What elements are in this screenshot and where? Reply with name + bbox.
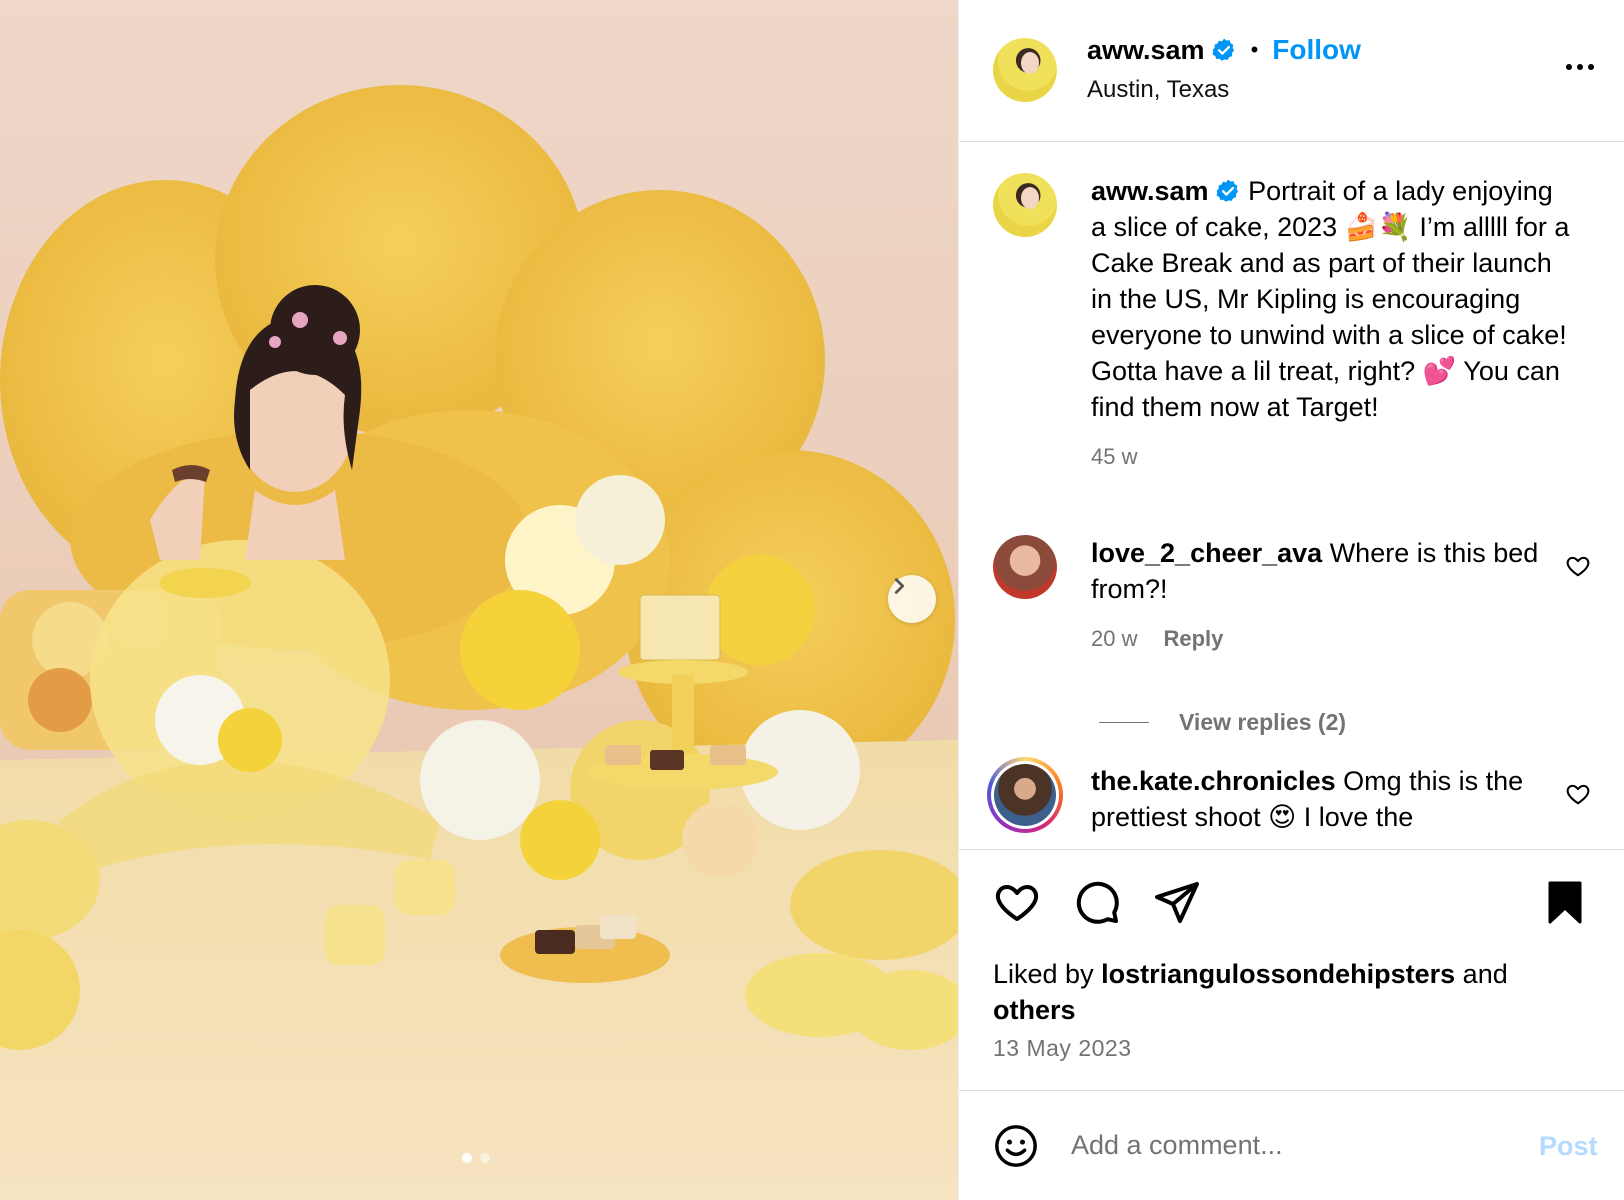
carousel-indicator <box>462 1153 490 1163</box>
emoji-icon[interactable] <box>993 1123 1039 1169</box>
likes-and: and <box>1462 959 1508 989</box>
author-avatar[interactable] <box>993 38 1057 102</box>
bookmark-icon[interactable] <box>1541 878 1589 926</box>
post-sidebar: aww.sam • Follow Austin, Texas aww.sam P… <box>958 0 1624 1200</box>
likes-others[interactable]: others <box>993 995 1076 1025</box>
reply-button[interactable]: Reply <box>1163 626 1223 651</box>
post-image[interactable] <box>0 0 958 1200</box>
post-comment-button[interactable]: Post <box>1539 1131 1598 1162</box>
more-horizontal-icon <box>1566 64 1572 70</box>
comment-age: 20 w <box>1091 626 1138 651</box>
commenter-avatar <box>994 764 1056 826</box>
follow-button[interactable]: Follow <box>1272 34 1361 66</box>
chevron-right-icon <box>894 578 905 594</box>
caption-text: Portrait of a lady enjoying a slice of c… <box>1091 176 1570 422</box>
comment-input[interactable] <box>1071 1119 1501 1171</box>
heart-icon[interactable] <box>993 878 1041 926</box>
author-line: aww.sam • Follow <box>1087 34 1361 66</box>
caption-body: aww.sam Portrait of a lady enjoying a sl… <box>1091 173 1571 475</box>
share-icon[interactable] <box>1153 878 1201 926</box>
post-photo-illustration <box>0 0 958 1200</box>
carousel-next-button[interactable] <box>888 575 936 623</box>
comment-composer: Post <box>959 1090 1624 1200</box>
comment-body: the.kate.chronicles Omg this is the pret… <box>1091 763 1561 835</box>
comment-author[interactable]: love_2_cheer_ava <box>1091 538 1322 568</box>
separator-dot: • <box>1250 37 1259 62</box>
commenter-avatar[interactable] <box>993 535 1057 599</box>
post-header: aww.sam • Follow Austin, Texas <box>959 0 1624 142</box>
view-replies-line <box>1099 722 1149 723</box>
likes-summary: Liked by lostriangulossondehipsters and … <box>993 956 1593 1028</box>
view-replies-label: View replies (2) <box>1179 709 1347 735</box>
comment-like-heart-icon[interactable] <box>1565 781 1591 807</box>
carousel-dot-active <box>462 1153 472 1163</box>
likes-prefix: Liked by <box>993 959 1094 989</box>
comments-list[interactable]: aww.sam Portrait of a lady enjoying a sl… <box>959 143 1624 848</box>
verified-badge-icon <box>1211 37 1237 63</box>
more-options-button[interactable] <box>1557 52 1603 82</box>
post-date[interactable]: 13 May 2023 <box>993 1035 1131 1062</box>
story-ring[interactable] <box>987 757 1063 833</box>
caption-author-avatar[interactable] <box>993 173 1057 237</box>
comment-icon[interactable] <box>1073 878 1121 926</box>
caption-author[interactable]: aww.sam <box>1091 176 1209 206</box>
comment-like-heart-icon[interactable] <box>1565 553 1591 579</box>
comment-author[interactable]: the.kate.chronicles <box>1091 766 1336 796</box>
post-location[interactable]: Austin, Texas <box>1087 76 1229 104</box>
carousel-dot <box>480 1153 490 1163</box>
caption-age: 45 w <box>1091 444 1138 469</box>
verified-badge-icon <box>1215 178 1241 204</box>
comment-body: love_2_cheer_ava Where is this bed from?… <box>1091 535 1561 657</box>
author-username[interactable]: aww.sam <box>1087 35 1205 66</box>
likes-user[interactable]: lostriangulossondehipsters <box>1101 959 1455 989</box>
view-replies-button[interactable]: View replies (2) <box>1099 709 1346 736</box>
post-actions: Liked by lostriangulossondehipsters and … <box>959 849 1624 1089</box>
